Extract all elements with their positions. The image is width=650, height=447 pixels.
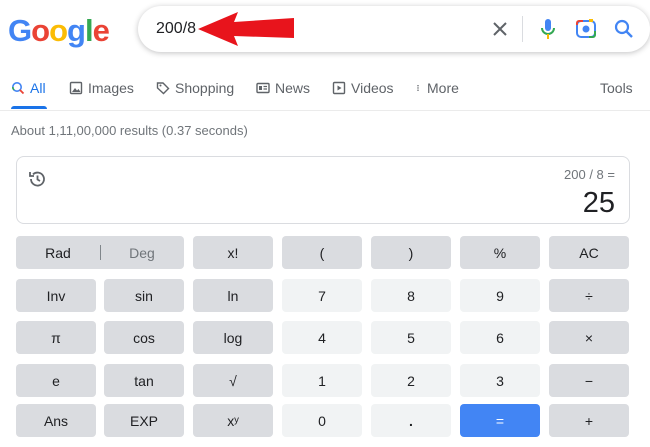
clear-icon[interactable] [488,17,512,41]
digit-6-button[interactable]: 6 [460,321,540,354]
tab-label: Tools [600,80,633,96]
all-clear-button[interactable]: AC [549,236,629,269]
exp-button[interactable]: EXP [104,404,184,437]
tab-videos[interactable]: Videos [332,80,394,96]
equals-button[interactable]: = [460,404,540,437]
tab-news[interactable]: News [256,80,310,96]
tab-label: Videos [351,80,394,96]
red-arrow-annotation [198,12,294,46]
history-icon[interactable] [27,169,47,189]
logo-letter: o [49,13,68,48]
multiply-button[interactable]: × [549,321,629,354]
tag-icon [156,82,170,95]
logo-letter: G [8,13,32,48]
digit-1-button[interactable]: 1 [282,364,362,397]
tab-label: Images [88,80,134,96]
logo-letter: g [67,13,86,48]
digit-2-button[interactable]: 2 [371,364,451,397]
tan-button[interactable]: tan [104,364,184,397]
sin-button[interactable]: sin [104,279,184,312]
play-icon [332,81,346,95]
factorial-button[interactable]: x! [193,236,273,269]
result-stats: About 1,11,00,000 results (0.37 seconds) [11,123,248,138]
search-tabs: All Images Shopping News Videos More Too… [0,76,650,111]
answer-button[interactable]: Ans [16,404,96,437]
calculator-result: 25 [582,187,615,219]
digit-9-button[interactable]: 9 [460,279,540,312]
percent-button[interactable]: % [460,236,540,269]
inverse-button[interactable]: Inv [16,279,96,312]
digit-8-button[interactable]: 8 [371,279,451,312]
tab-more[interactable]: More [414,80,459,96]
search-divider [522,16,523,42]
tab-label: Shopping [175,80,235,96]
tab-label: News [275,80,311,96]
calculator-display: 200 / 8 = 25 [16,156,630,224]
active-tab-indicator [11,106,47,109]
search-input[interactable]: 200/8 [156,20,196,38]
image-icon [69,81,83,95]
open-paren-button[interactable]: ( [282,236,362,269]
minus-button[interactable]: − [549,364,629,397]
plus-button[interactable]: + [549,404,629,437]
logo-letter: l [84,13,94,48]
e-button[interactable]: e [16,364,96,397]
logo-letter: o [31,13,50,48]
angle-mode-toggle: Rad Deg [16,236,184,269]
calculator-expression: 200 / 8 = [564,167,615,182]
digit-3-button[interactable]: 3 [460,364,540,397]
tab-label: More [427,80,459,96]
search-icon[interactable] [612,16,636,42]
cos-button[interactable]: cos [104,321,184,354]
sqrt-button[interactable]: √ [193,364,273,397]
deg-button[interactable]: Deg [100,236,184,269]
tab-shopping[interactable]: Shopping [156,80,234,96]
decimal-button[interactable]: . [371,404,451,437]
digit-4-button[interactable]: 4 [282,321,362,354]
ln-button[interactable]: ln [193,279,273,312]
power-button[interactable]: xʸ [193,404,273,437]
log-button[interactable]: log [193,321,273,354]
close-paren-button[interactable]: ) [371,236,451,269]
rad-button[interactable]: Rad [16,236,100,269]
digit-7-button[interactable]: 7 [282,279,362,312]
news-icon [256,82,270,94]
microphone-icon[interactable] [536,16,560,42]
divide-button[interactable]: ÷ [549,279,629,312]
logo-letter: e [92,13,110,48]
tab-label: All [30,80,46,96]
digit-0-button[interactable]: 0 [282,404,362,437]
google-logo[interactable]: Google [8,13,110,49]
more-vert-icon [417,84,419,92]
tab-all[interactable]: All [11,80,46,96]
tab-images[interactable]: Images [69,80,134,96]
camera-lens-icon[interactable] [574,16,598,42]
digit-5-button[interactable]: 5 [371,321,451,354]
search-icon [12,82,25,95]
tools-button[interactable]: Tools [600,80,633,96]
pi-button[interactable]: π [16,321,96,354]
